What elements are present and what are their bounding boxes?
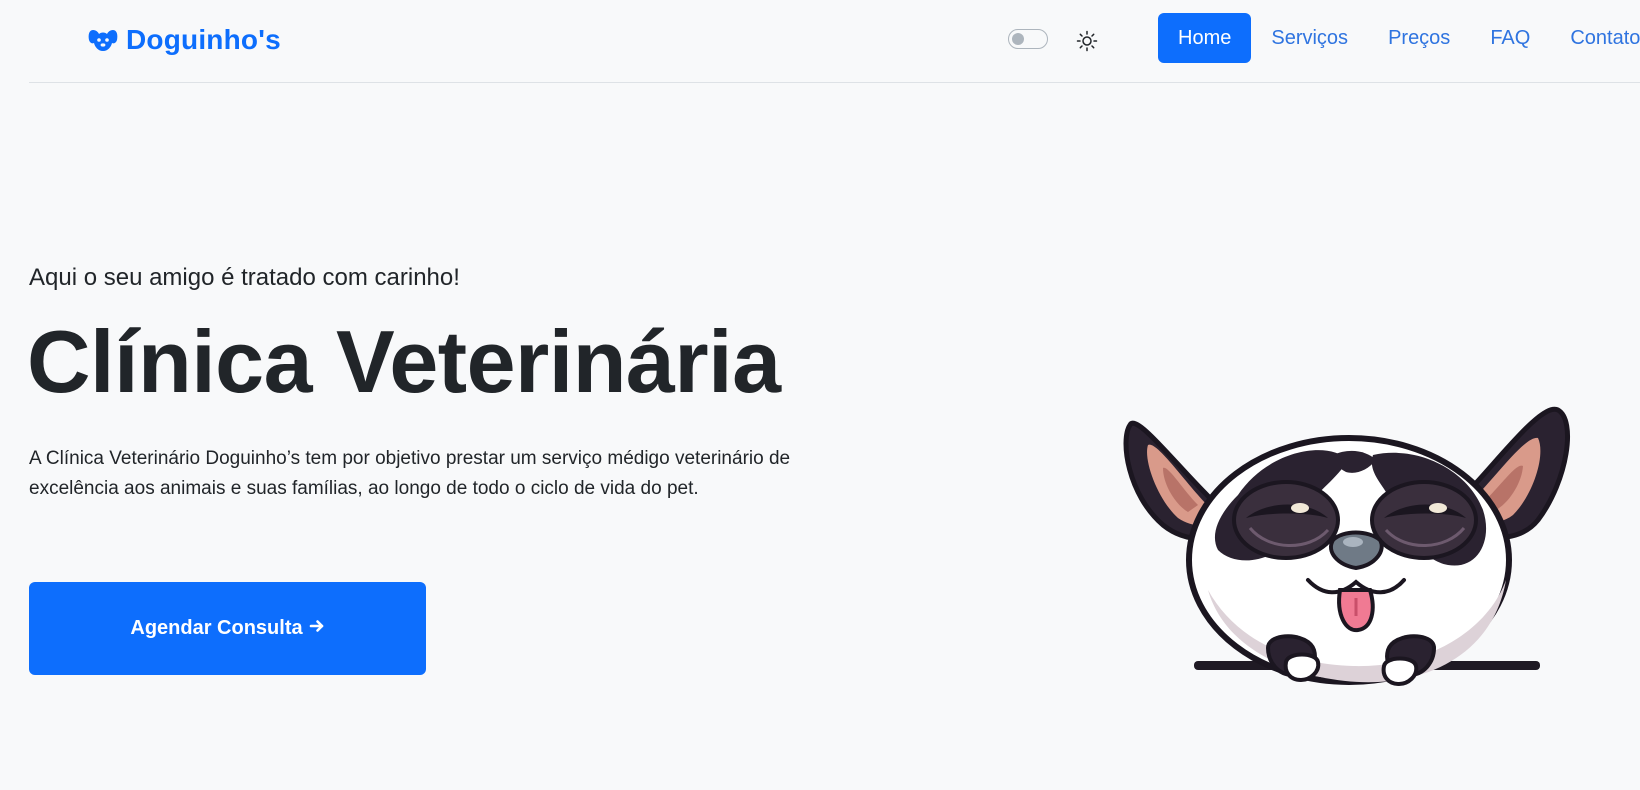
nav-precos[interactable]: Preços xyxy=(1368,13,1470,63)
schedule-appointment-button[interactable]: Agendar Consulta xyxy=(29,582,426,675)
brand-name: Doguinho's xyxy=(126,24,281,55)
navbar: Doguinho's Home Serviços Preços FAQ Cont… xyxy=(0,0,1640,82)
hero-tagline: Aqui o seu amigo é tratado com carinho! xyxy=(29,264,460,291)
navbar-divider xyxy=(29,82,1640,83)
theme-toggle-switch[interactable] xyxy=(1008,29,1048,49)
sun-icon xyxy=(1075,29,1099,53)
main-nav: Home Serviços Preços FAQ Contato xyxy=(1158,13,1640,63)
cta-label: Agendar Consulta xyxy=(130,617,303,639)
nav-contato[interactable]: Contato xyxy=(1550,13,1640,63)
hero-description: A Clínica Veterinário Doguinho’s tem por… xyxy=(29,448,791,499)
page-title: Clínica Veterinária xyxy=(27,312,781,411)
nav-faq[interactable]: FAQ xyxy=(1470,13,1550,63)
nav-servicos[interactable]: Serviços xyxy=(1251,13,1368,63)
arrow-right-icon xyxy=(309,617,325,640)
brand-logo-link[interactable]: Doguinho's xyxy=(88,20,281,60)
dog-illustration xyxy=(1118,400,1583,710)
dog-face-icon xyxy=(88,27,118,53)
nav-home[interactable]: Home xyxy=(1158,13,1252,63)
theme-toggle-knob xyxy=(1012,32,1024,45)
